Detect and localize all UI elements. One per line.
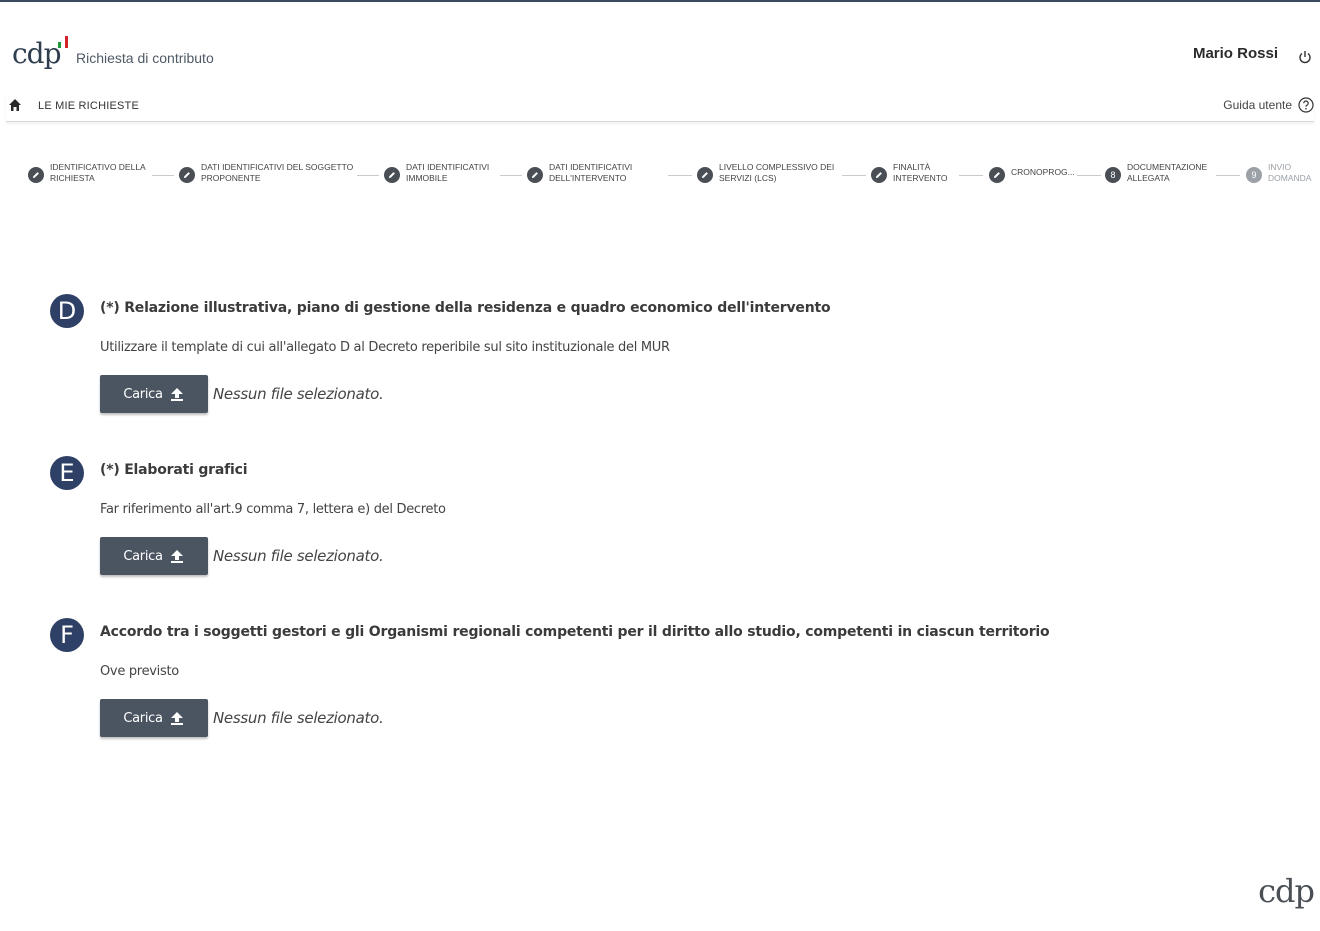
step-documentazione[interactable]: 8 DOCUMENTAZIONE ALLEGATA	[1105, 162, 1207, 184]
user-guide-link[interactable]: Guida utente	[1223, 98, 1292, 112]
step-label: DELL'INTERVENTO	[549, 173, 627, 183]
section-description: Ove previsto	[100, 664, 179, 679]
section-title: (*) Elaborati grafici	[100, 462, 248, 478]
navbar: LE MIE RICHIESTE Guida utente	[6, 90, 1314, 122]
pencil-icon	[871, 167, 887, 183]
step-invio[interactable]: 9 INVIO DOMANDA	[1246, 162, 1311, 184]
home-icon[interactable]	[8, 98, 22, 112]
step-label: DOCUMENTAZIONE	[1127, 162, 1208, 172]
upload-button[interactable]: Carica	[100, 375, 208, 413]
section-description: Utilizzare il template di cui all'allega…	[100, 340, 670, 355]
my-requests-link[interactable]: LE MIE RICHIESTE	[38, 100, 139, 112]
step-intervento[interactable]: DATI IDENTIFICATIVI DELL'INTERVENTO	[527, 162, 632, 184]
file-status: Nessun file selezionato.	[213, 709, 384, 727]
italian-flag-icon	[58, 36, 70, 48]
step-connector	[959, 175, 983, 176]
step-label: IMMOBILE	[406, 173, 448, 183]
header: cdp Richiesta di contributo Mario Rossi	[0, 2, 1320, 88]
step-label: FINALITÀ	[893, 162, 931, 172]
upload-button-label: Carica	[123, 710, 163, 726]
section-title: Accordo tra i soggetti gestori e gli Org…	[100, 624, 1050, 640]
step-cronoprogramma[interactable]: CRONOPROG...	[989, 162, 1075, 183]
app-title: Richiesta di contributo	[76, 50, 214, 66]
step-lcs[interactable]: LIVELLO COMPLESSIVO DEI SERVIZI (LCS)	[697, 162, 834, 184]
step-label: LIVELLO COMPLESSIVO DEI	[719, 162, 835, 172]
file-status: Nessun file selezionato.	[213, 385, 384, 403]
step-connector	[842, 175, 866, 176]
step-label: DATI IDENTIFICATIVI DEL SOGGETTO	[201, 162, 354, 172]
upload-button-label: Carica	[123, 386, 163, 402]
pencil-icon	[527, 167, 543, 183]
step-label: DATI IDENTIFICATIVI	[549, 162, 633, 172]
step-label: DATI IDENTIFICATIVI	[406, 162, 490, 172]
step-label: CRONOPROG...	[1011, 167, 1075, 177]
user-name[interactable]: Mario Rossi	[1193, 45, 1278, 62]
step-connector	[500, 175, 522, 176]
footer-cdp-logo: cdp	[1258, 872, 1315, 910]
progress-stepper: IDENTIFICATIVO DELLA RICHIESTA DATI IDENT…	[0, 162, 1320, 190]
step-connector	[152, 175, 174, 176]
step-label: INVIO	[1268, 162, 1292, 172]
section-badge: D	[50, 294, 84, 328]
step-connector	[1077, 175, 1101, 176]
step-number: 9	[1246, 167, 1262, 183]
file-status: Nessun file selezionato.	[213, 547, 384, 565]
section-badge: E	[50, 456, 84, 490]
step-label: SERVIZI (LCS)	[719, 173, 777, 183]
pencil-icon	[384, 167, 400, 183]
power-icon[interactable]	[1298, 50, 1312, 64]
step-connector	[668, 175, 692, 176]
pencil-icon	[179, 167, 195, 183]
step-connector	[357, 175, 379, 176]
upload-button[interactable]: Carica	[100, 699, 208, 737]
pencil-icon	[697, 167, 713, 183]
section-description: Far riferimento all'art.9 comma 7, lette…	[100, 502, 446, 517]
step-label: PROPONENTE	[201, 173, 261, 183]
section-badge: F	[50, 618, 84, 652]
upload-icon	[170, 712, 183, 725]
section-title: (*) Relazione illustrativa, piano di ges…	[100, 300, 831, 316]
step-connector	[1216, 175, 1240, 176]
step-finalita[interactable]: FINALITÀ INTERVENTO	[871, 162, 947, 184]
step-number: 8	[1105, 167, 1121, 183]
help-icon[interactable]	[1298, 97, 1314, 113]
upload-icon	[170, 550, 183, 563]
step-immobile[interactable]: DATI IDENTIFICATIVI IMMOBILE	[384, 162, 489, 184]
step-label: IDENTIFICATIVO DELLA	[50, 162, 146, 172]
step-soggetto-proponente[interactable]: DATI IDENTIFICATIVI DEL SOGGETTO PROPONEN…	[179, 162, 353, 184]
step-label: ALLEGATA	[1127, 173, 1170, 183]
upload-button-label: Carica	[123, 548, 163, 564]
pencil-icon	[28, 167, 44, 183]
step-label: DOMANDA	[1268, 173, 1312, 183]
upload-button[interactable]: Carica	[100, 537, 208, 575]
step-label: INTERVENTO	[893, 173, 948, 183]
step-identificativo[interactable]: IDENTIFICATIVO DELLA RICHIESTA	[28, 162, 146, 184]
step-label: RICHIESTA	[50, 173, 95, 183]
pencil-icon	[989, 167, 1005, 183]
upload-icon	[170, 388, 183, 401]
cdp-logo[interactable]: cdp	[12, 40, 62, 68]
